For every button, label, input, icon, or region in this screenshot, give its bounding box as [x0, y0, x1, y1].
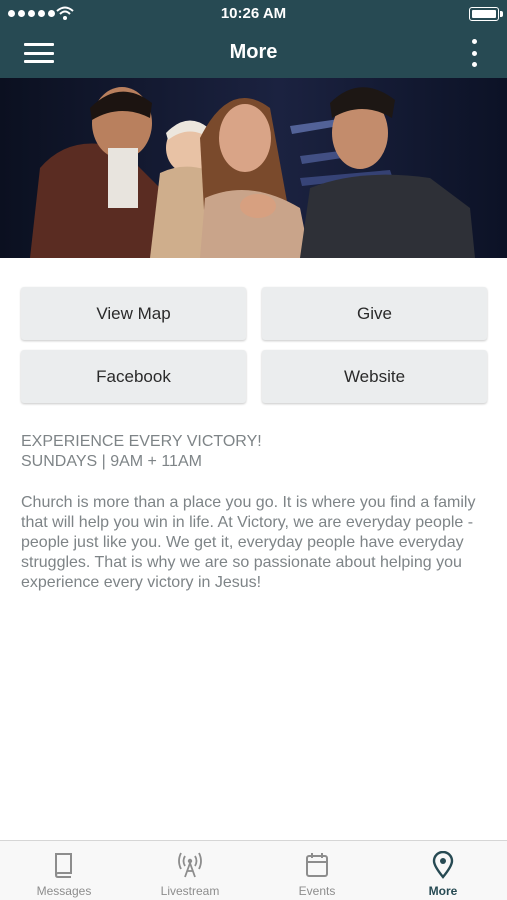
- overflow-menu-icon[interactable]: [469, 39, 479, 67]
- about-section: EXPERIENCE EVERY VICTORY! SUNDAYS | 9AM …: [21, 432, 487, 593]
- broadcast-icon: [178, 852, 202, 878]
- church-description: Church is more than a place you go. It i…: [21, 494, 476, 591]
- service-times: SUNDAYS | 9AM + 11AM: [21, 453, 202, 470]
- page-title: More: [229, 41, 278, 63]
- tab-more-label: More: [428, 884, 458, 898]
- give-button[interactable]: Give: [262, 287, 487, 340]
- tab-events-label: Events: [298, 884, 336, 898]
- tab-bar: Messages Livestream Events More: [0, 840, 507, 900]
- view-map-button[interactable]: View Map: [21, 287, 246, 340]
- tab-messages[interactable]: Messages: [1, 841, 127, 900]
- nav-bar: More: [0, 28, 507, 78]
- tab-more[interactable]: More: [380, 841, 506, 900]
- battery-icon: [469, 7, 503, 21]
- tab-events[interactable]: Events: [254, 841, 380, 900]
- tagline: EXPERIENCE EVERY VICTORY!: [21, 433, 262, 450]
- hero-image: [0, 78, 507, 258]
- calendar-icon: [306, 853, 328, 877]
- book-icon: [55, 853, 72, 878]
- location-pin-icon: [432, 851, 454, 879]
- status-bar: 10:26 AM: [0, 0, 507, 28]
- action-button-grid: View Map Give Facebook Website: [21, 287, 487, 403]
- facebook-button[interactable]: Facebook: [21, 350, 246, 403]
- tab-messages-label: Messages: [36, 884, 92, 898]
- website-button[interactable]: Website: [262, 350, 487, 403]
- tab-livestream-label: Livestream: [160, 884, 220, 898]
- tab-livestream[interactable]: Livestream: [127, 841, 253, 900]
- status-time: 10:26 AM: [220, 5, 287, 22]
